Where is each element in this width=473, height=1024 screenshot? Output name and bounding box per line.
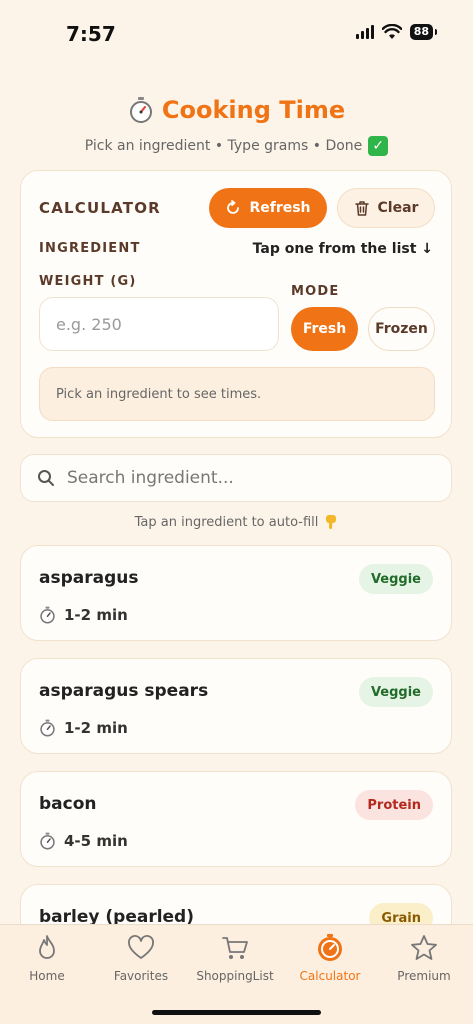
tab-favorites[interactable]: Favorites xyxy=(94,933,188,983)
category-badge: Veggie xyxy=(358,677,433,707)
refresh-icon xyxy=(227,200,240,214)
search-hint-text: Tap an ingredient to auto-fill xyxy=(134,514,319,530)
tab-label: Premium xyxy=(397,969,451,983)
weight-label: WEIGHT (G) xyxy=(39,274,137,289)
refresh-label: Refresh xyxy=(249,200,311,216)
times-result-box: Pick an ingredient to see times. xyxy=(39,367,435,421)
search-hint: Tap an ingredient to auto-fill xyxy=(0,514,473,530)
mode-frozen-button[interactable]: Frozen xyxy=(368,307,435,351)
stopwatch-icon xyxy=(40,719,55,737)
ingredient-time-text: 1-2 min xyxy=(64,719,128,737)
list-item[interactable]: bacon Protein 4-5 min xyxy=(20,771,452,867)
tab-label: Home xyxy=(29,969,65,983)
search-input[interactable] xyxy=(67,468,427,488)
ingredient-name: bacon xyxy=(39,794,97,814)
stopwatch-icon xyxy=(40,832,55,850)
ingredient-label: INGREDIENT xyxy=(39,241,141,256)
status-bar: 7:57 88 xyxy=(0,0,473,60)
search-bar[interactable] xyxy=(20,454,452,502)
tab-bar: Home Favorites ShoppingList Calculator P… xyxy=(0,924,473,1024)
tab-shoppinglist[interactable]: ShoppingList xyxy=(188,933,282,983)
header: Cooking Time Pick an ingredient • Type g… xyxy=(0,96,473,156)
ingredient-time-text: 4-5 min xyxy=(64,832,128,850)
star-icon xyxy=(411,935,437,960)
clear-button[interactable]: Clear xyxy=(337,188,435,228)
trash-icon xyxy=(354,200,369,216)
tab-label: ShoppingList xyxy=(196,969,274,983)
status-time: 7:57 xyxy=(66,22,116,46)
list-item[interactable]: asparagus Veggie 1-2 min xyxy=(20,545,452,641)
mode-label: MODE xyxy=(291,284,340,299)
stopwatch-icon xyxy=(40,606,55,624)
tab-premium[interactable]: Premium xyxy=(377,933,471,983)
subtitle-text: Pick an ingredient • Type grams • Done xyxy=(84,138,363,154)
pointing-down-hand-icon xyxy=(326,515,337,529)
mode-fresh-button[interactable]: Fresh xyxy=(291,307,358,351)
clear-label: Clear xyxy=(377,200,419,216)
timer-icon xyxy=(318,934,342,961)
stopwatch-icon xyxy=(129,97,152,123)
ingredient-hint: Tap one from the list ↓ xyxy=(252,241,433,257)
calculator-label: CALCULATOR xyxy=(39,199,161,217)
page-title: Cooking Time xyxy=(0,96,473,124)
ingredient-time: 4-5 min xyxy=(39,832,128,850)
category-badge: Veggie xyxy=(358,564,433,594)
search-icon xyxy=(38,470,54,486)
tab-label: Calculator xyxy=(299,969,361,983)
tab-calculator[interactable]: Calculator xyxy=(283,933,377,983)
ingredient-name: asparagus xyxy=(39,568,139,588)
cellular-signal-icon xyxy=(355,25,374,39)
refresh-button[interactable]: Refresh xyxy=(209,188,327,228)
heart-icon xyxy=(128,935,154,959)
page-title-text: Cooking Time xyxy=(161,96,346,124)
home-indicator xyxy=(152,1010,321,1015)
ingredient-name: asparagus spears xyxy=(39,681,209,701)
list-item[interactable]: asparagus spears Veggie 1-2 min xyxy=(20,658,452,754)
battery-icon: 88 xyxy=(409,24,438,40)
calculator-card: CALCULATOR Refresh Clear INGREDIENT Tap … xyxy=(20,170,452,438)
tab-home[interactable]: Home xyxy=(0,933,94,983)
wifi-icon xyxy=(381,24,402,39)
tab-label: Favorites xyxy=(113,969,169,983)
ingredient-time: 1-2 min xyxy=(39,606,128,624)
status-icons: 88 xyxy=(355,24,438,40)
page-subtitle: Pick an ingredient • Type grams • Done ✓ xyxy=(0,136,473,156)
category-badge: Protein xyxy=(355,790,433,820)
check-box-icon: ✓ xyxy=(368,136,389,156)
ingredient-time: 1-2 min xyxy=(39,719,128,737)
weight-input[interactable] xyxy=(39,297,279,351)
flame-icon xyxy=(39,935,55,959)
ingredient-time-text: 1-2 min xyxy=(64,606,128,624)
cart-icon xyxy=(222,937,248,959)
